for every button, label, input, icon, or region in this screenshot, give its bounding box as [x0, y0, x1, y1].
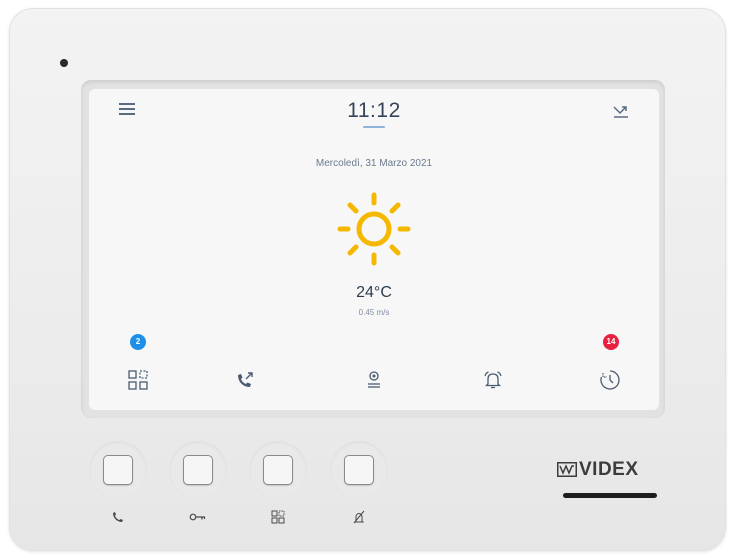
- history-badge: 14: [603, 334, 619, 350]
- videx-logo-icon: [557, 462, 577, 477]
- history-clock-icon[interactable]: [599, 369, 621, 391]
- qr-code-icon: [271, 510, 285, 524]
- key-icon: [189, 513, 206, 521]
- qr-badge: 2: [130, 334, 146, 350]
- qr-code-icon[interactable]: [127, 369, 149, 391]
- speaker-slot: [563, 493, 657, 498]
- date-label: Mercoledì, 31 Marzo 2021: [315, 158, 433, 169]
- mute-microphone-icon: [353, 510, 365, 524]
- hardware-button-ring: [89, 441, 147, 499]
- wind-speed-value: 0.45 m/s: [358, 308, 390, 317]
- hardware-button-call[interactable]: [103, 455, 133, 485]
- hardware-button-ring: [249, 441, 307, 499]
- phone-icon: [113, 512, 123, 522]
- touch-screen: 11:12 Mercoledì, 31 Marzo 2021 24°C 0.45…: [89, 89, 659, 410]
- outgoing-call-icon[interactable]: [234, 369, 256, 391]
- clock-time: 11:12: [347, 99, 401, 122]
- clock-indicator: [363, 126, 385, 128]
- hardware-button-ring: [169, 441, 227, 499]
- camera-lens: [60, 59, 68, 67]
- missed-call-icon[interactable]: [611, 101, 631, 121]
- hardware-button-ring: [330, 441, 388, 499]
- hardware-button-menu[interactable]: [263, 455, 293, 485]
- temperature-value: 24°C: [356, 284, 392, 301]
- hardware-button-door[interactable]: [183, 455, 213, 485]
- brand-name: VIDEX: [579, 459, 639, 480]
- user-location-icon[interactable]: [363, 369, 385, 391]
- hardware-button-mute[interactable]: [344, 455, 374, 485]
- alarm-bell-icon[interactable]: [482, 369, 504, 391]
- sun-icon: [337, 192, 411, 266]
